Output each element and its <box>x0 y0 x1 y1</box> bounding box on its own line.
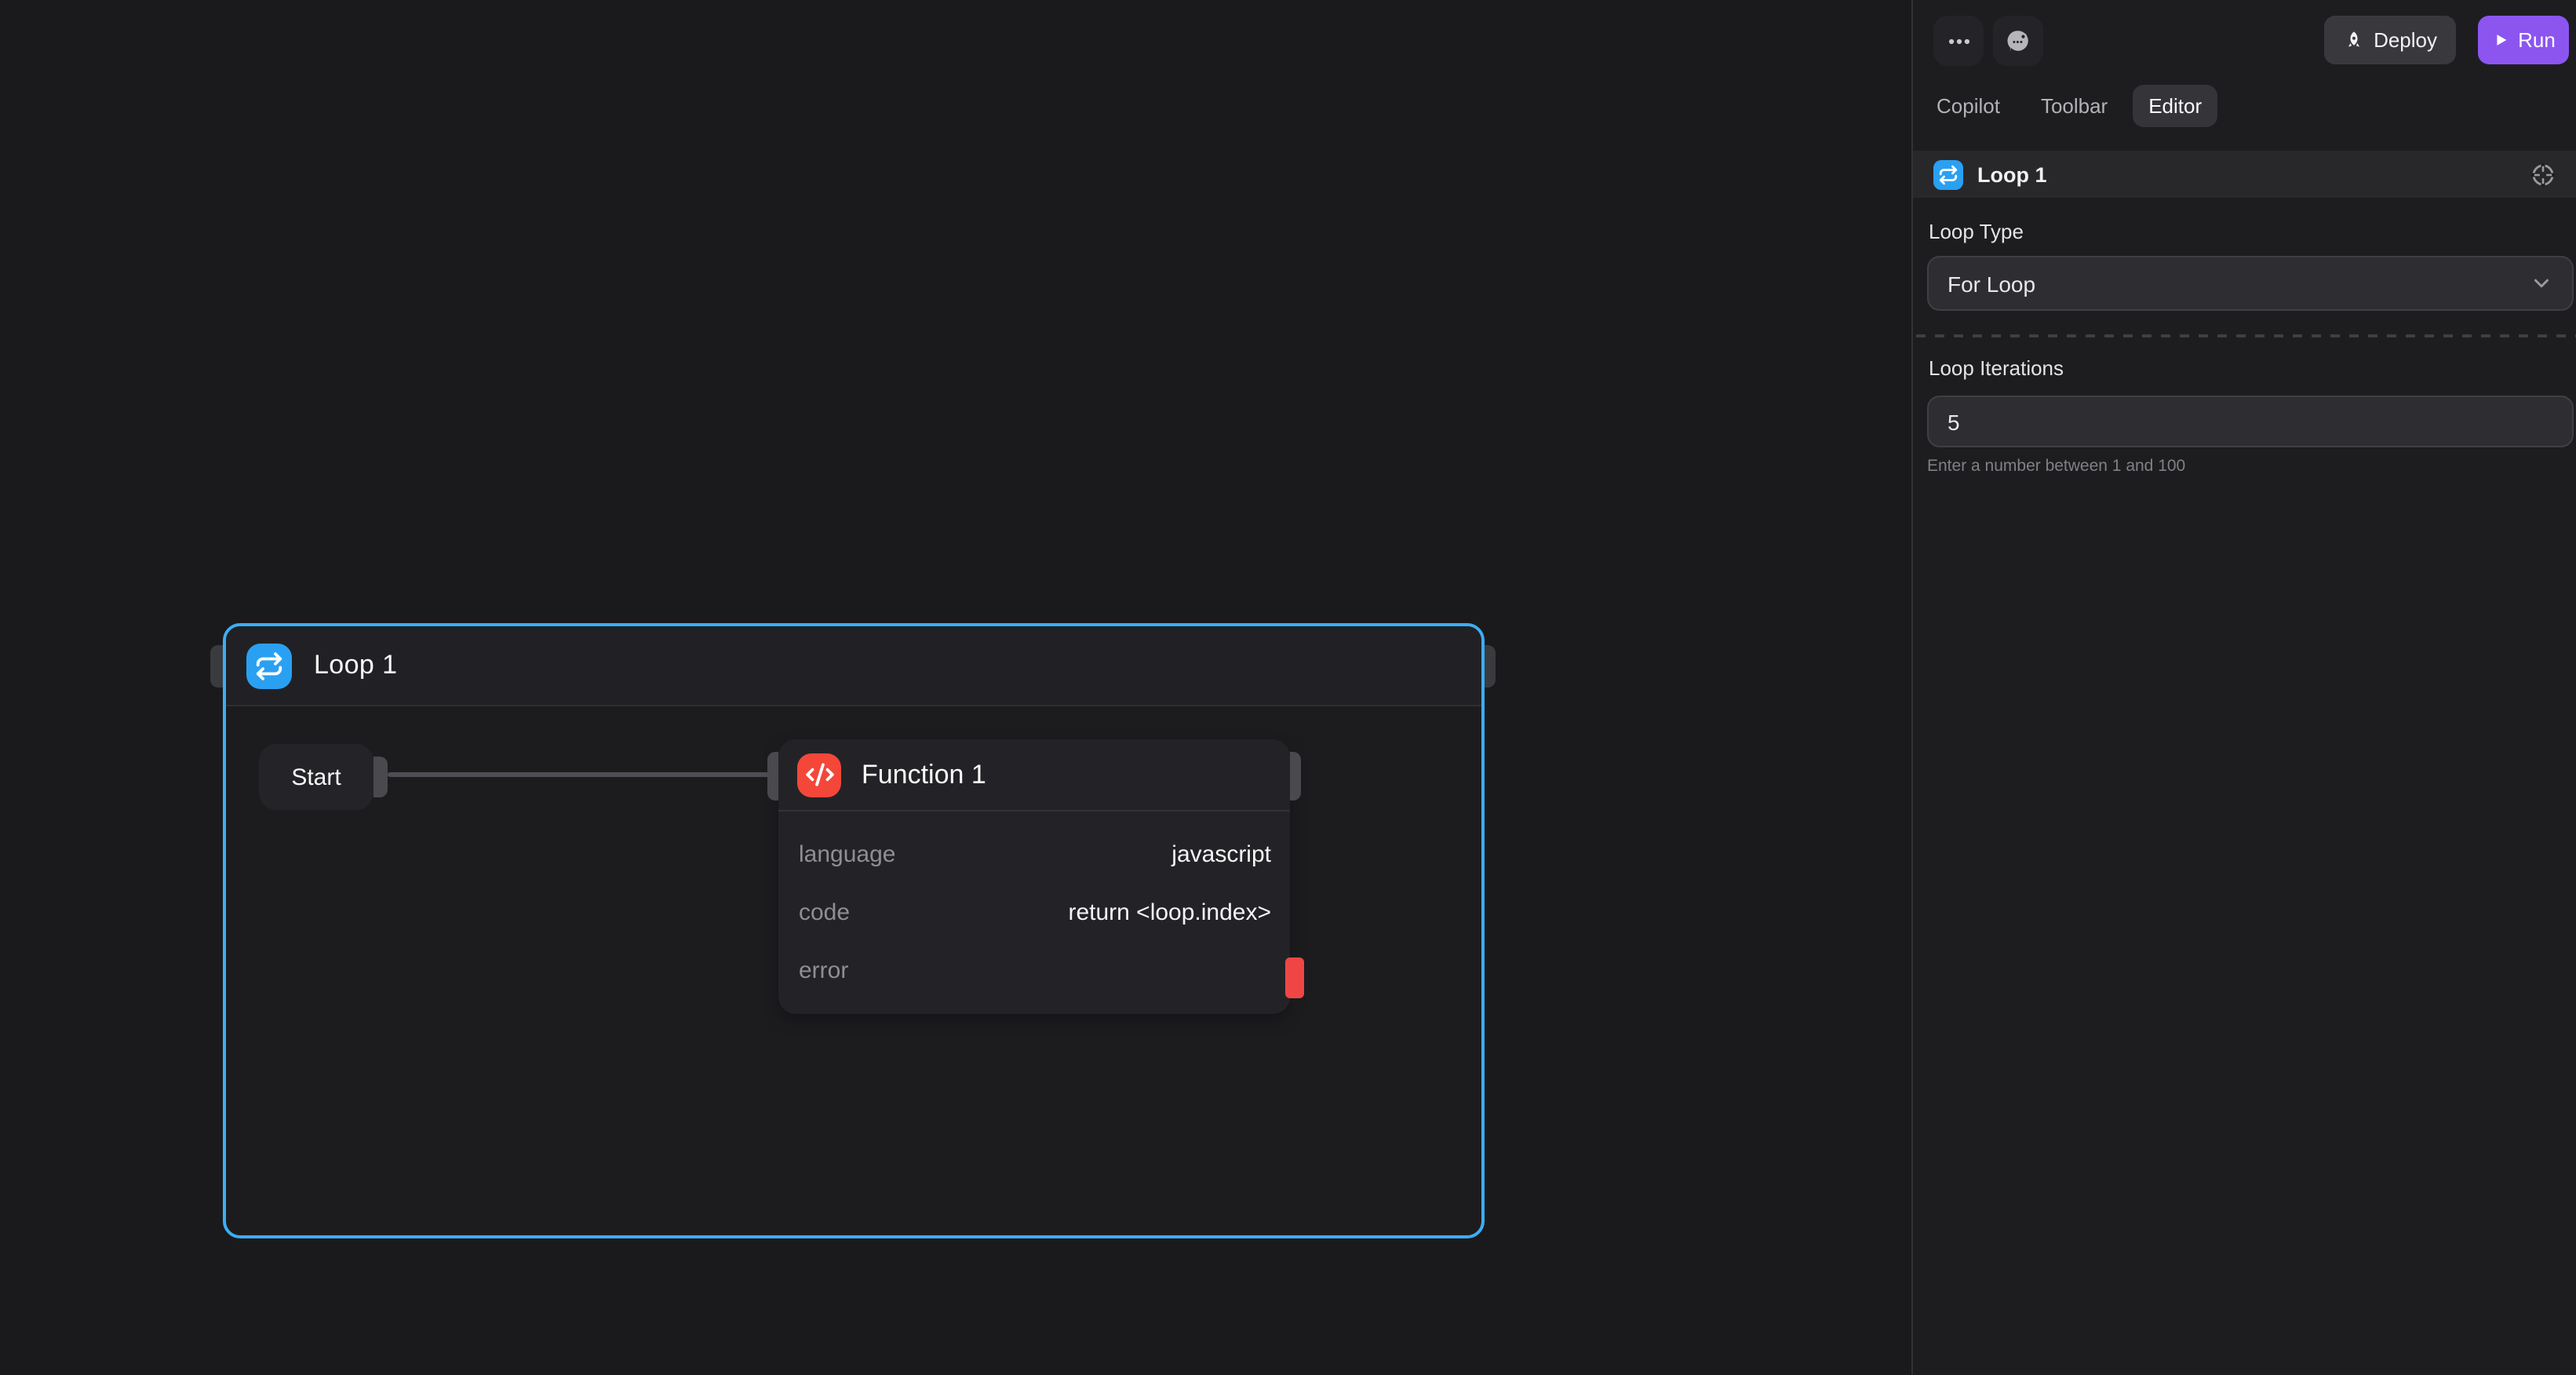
field-value: javascript <box>1171 841 1271 868</box>
chevron-down-icon <box>2530 272 2553 295</box>
section-divider <box>1916 334 2576 337</box>
ellipsis-icon <box>1945 27 1972 54</box>
deploy-button-label: Deploy <box>2374 28 2437 52</box>
function-node-fields: language javascript code return <loop.in… <box>778 812 1290 1000</box>
editor-node-header: Loop 1 <box>1913 151 2576 198</box>
function-node-title: Function 1 <box>862 759 986 790</box>
function-node[interactable]: Function 1 language javascript code retu… <box>778 739 1290 1014</box>
field-row-error[interactable]: error <box>799 942 1271 1000</box>
error-output-port[interactable] <box>1285 957 1304 998</box>
sidebar-tabs: Copilot Toolbar Editor <box>1921 85 2217 127</box>
editor-node-title: Loop 1 <box>1977 162 2047 186</box>
tab-toolbar[interactable]: Toolbar <box>2025 85 2123 127</box>
field-row-language[interactable]: language javascript <box>799 826 1271 884</box>
more-options-button[interactable] <box>1933 16 1984 66</box>
field-key: language <box>799 841 895 868</box>
loop-iterations-field <box>1927 396 2574 447</box>
function-input-port[interactable] <box>767 752 778 801</box>
code-icon <box>797 753 841 797</box>
play-icon <box>2491 31 2509 49</box>
loop-node[interactable]: Loop 1 Start <box>223 623 1485 1238</box>
loop-type-selected-value: For Loop <box>1947 271 2035 296</box>
loop-type-label: Loop Type <box>1929 220 2024 243</box>
loop-repeat-icon <box>1933 159 1963 189</box>
loop-iterations-input[interactable] <box>1929 397 2572 446</box>
loop-type-select[interactable]: For Loop <box>1927 256 2574 311</box>
function-output-port[interactable] <box>1290 752 1301 801</box>
loop-node-header[interactable]: Loop 1 <box>226 626 1481 706</box>
run-button-label: Run <box>2518 28 2556 52</box>
start-node[interactable]: Start <box>259 744 373 810</box>
start-node-label: Start <box>291 764 341 790</box>
start-output-port[interactable] <box>373 757 388 797</box>
crosshair-icon[interactable] <box>2530 161 2556 188</box>
loop-iterations-label: Loop Iterations <box>1929 356 2064 380</box>
copilot-chat-icon <box>2004 27 2032 55</box>
tab-editor[interactable]: Editor <box>2133 85 2217 127</box>
edge-start-to-function[interactable] <box>388 772 772 777</box>
loop-node-title: Loop 1 <box>314 650 397 681</box>
field-row-code[interactable]: code return <loop.index> <box>799 884 1271 942</box>
tab-copilot[interactable]: Copilot <box>1921 85 2016 127</box>
loop-iterations-helper-text: Enter a number between 1 and 100 <box>1927 457 2185 476</box>
app-root: Loop 1 Start <box>0 0 2576 1375</box>
field-key: code <box>799 899 850 926</box>
function-node-header[interactable]: Function 1 <box>778 739 1290 812</box>
field-value: return <loop.index> <box>1068 899 1271 926</box>
sidebar-panel: Deploy Run Copilot Toolbar Editor Loop 1 <box>1911 0 2576 1375</box>
field-key: error <box>799 957 848 984</box>
loop-repeat-icon <box>246 643 292 688</box>
copilot-chat-button[interactable] <box>1993 16 2043 66</box>
rocket-icon <box>2342 29 2364 51</box>
run-button[interactable]: Run <box>2478 16 2569 64</box>
deploy-button[interactable]: Deploy <box>2323 16 2456 64</box>
loop-node-body: Start Function 1 <box>226 706 1481 1237</box>
